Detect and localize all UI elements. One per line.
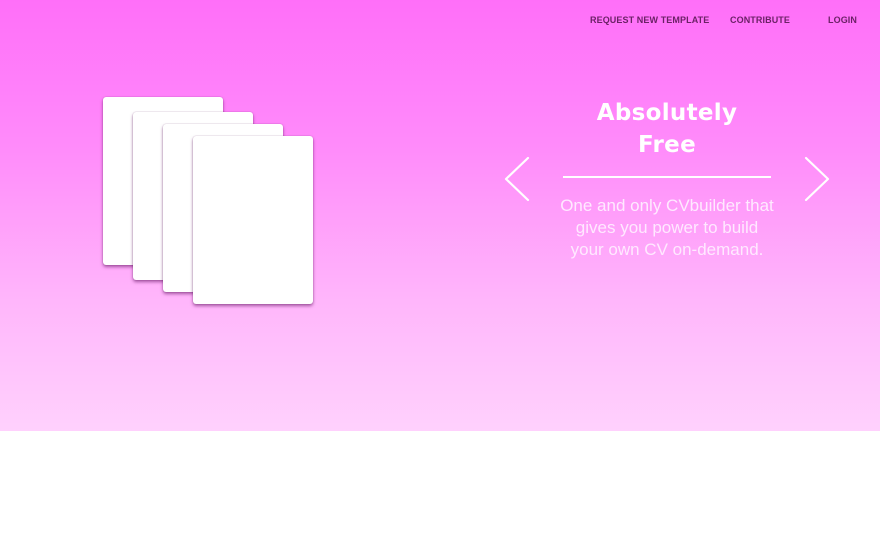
carousel-title-line-2: Free [638, 132, 696, 158]
carousel-prev-button[interactable] [502, 156, 532, 202]
template-card [193, 136, 313, 304]
carousel-slide-title: Absolutely Free [567, 97, 767, 161]
page: REQUEST NEW TEMPLATE CONTRIBUTE LOGIN Ab… [0, 0, 880, 549]
carousel-title-line-1: Absolutely [596, 100, 738, 126]
nav-login[interactable]: LOGIN [828, 14, 857, 26]
nav-request-new-template[interactable]: REQUEST NEW TEMPLATE [590, 14, 709, 26]
carousel-slide-description: One and only CVbuilder that gives you po… [560, 196, 774, 259]
nav-contribute[interactable]: CONTRIBUTE [730, 14, 790, 26]
carousel-divider [563, 176, 771, 178]
carousel-next-button[interactable] [802, 156, 832, 202]
hero-section: REQUEST NEW TEMPLATE CONTRIBUTE LOGIN Ab… [0, 0, 880, 431]
chevron-right-icon [804, 156, 830, 202]
chevron-left-icon [504, 156, 530, 202]
